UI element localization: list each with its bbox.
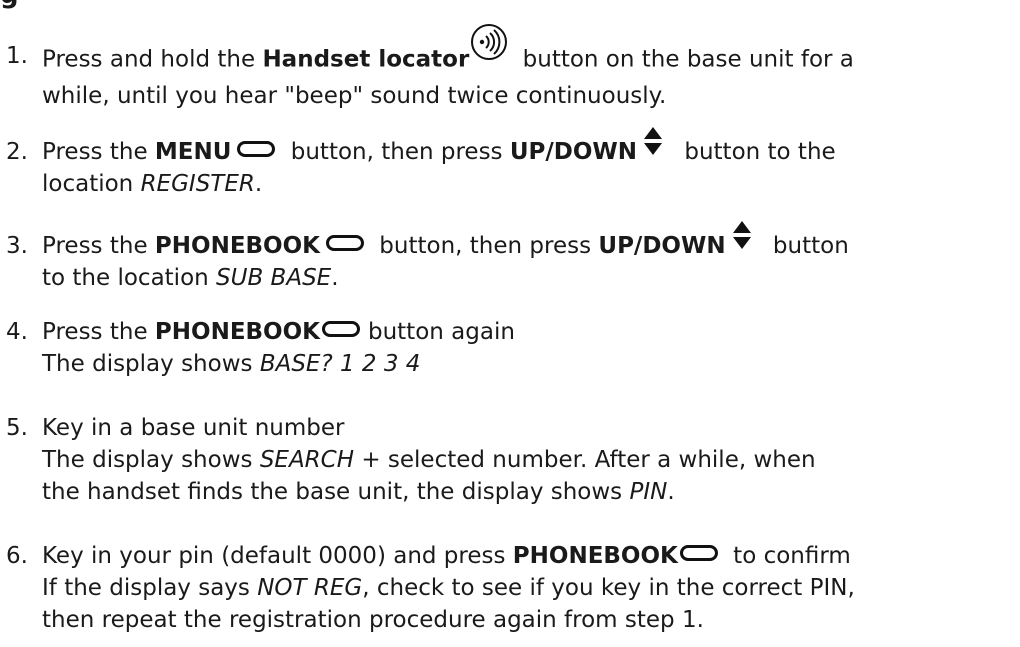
step-line: Press and hold the Handset locator butto… — [42, 24, 854, 80]
oval-key-icon — [325, 234, 364, 251]
step-line: to the location SUB BASE. — [42, 265, 339, 291]
up-down-label: UP/DOWN — [598, 233, 726, 259]
handset-locator-icon — [469, 22, 509, 62]
step-number: 1. — [6, 43, 28, 69]
phonebook-label: PHONEBOOK — [154, 319, 320, 345]
step-number: 5. — [6, 415, 28, 441]
step-line: Press the PHONEBOOK button again — [42, 319, 515, 345]
step-line: location REGISTER. — [42, 171, 263, 197]
step-text: Key in a base unit number The display sh… — [42, 412, 816, 508]
handset-locator-label: Handset locator — [262, 46, 470, 73]
step-line: then repeat the registration procedure a… — [42, 607, 704, 633]
section-heading-fragment: g — [0, 0, 19, 10]
step-line: If the display says NOT REG, check to se… — [42, 575, 855, 601]
oval-key-icon — [679, 544, 718, 561]
step-line: Press the PHONEBOOK button, then press U… — [42, 220, 849, 262]
oval-key-icon — [237, 140, 276, 157]
step-text: Key in your pin (default 0000) and press… — [42, 540, 855, 636]
step-number: 4. — [6, 319, 28, 345]
up-down-arrow-icon — [732, 220, 752, 250]
step-text: Press the MENU button, then press UP/DOW… — [42, 126, 836, 200]
step-number: 6. — [6, 543, 28, 569]
step-line: the handset finds the base unit, the dis… — [42, 479, 675, 505]
step-line: Key in a base unit number — [42, 415, 345, 441]
step-line: Press the MENU button, then press UP/DOW… — [42, 126, 836, 168]
oval-key-icon — [321, 320, 360, 337]
step-line: while, until you hear "beep" sound twice… — [42, 83, 667, 109]
step-number: 2. — [6, 139, 28, 165]
phonebook-label: PHONEBOOK — [512, 543, 678, 569]
step-text: Press the PHONEBOOK button again The disp… — [42, 316, 515, 380]
step-line: The display shows SEARCH + selected numb… — [42, 447, 816, 473]
menu-label: MENU — [154, 139, 232, 165]
up-down-label: UP/DOWN — [509, 139, 638, 165]
step-line: The display shows BASE? 1 2 3 4 — [42, 351, 421, 377]
up-down-arrow-icon — [643, 126, 663, 156]
step-text: Press and hold the Handset locator butto… — [42, 24, 854, 112]
phonebook-label: PHONEBOOK — [154, 233, 320, 259]
step-text: Press the PHONEBOOK button, then press U… — [42, 220, 849, 294]
step-number: 3. — [6, 233, 28, 259]
step-line: Key in your pin (default 0000) and press… — [42, 543, 851, 569]
